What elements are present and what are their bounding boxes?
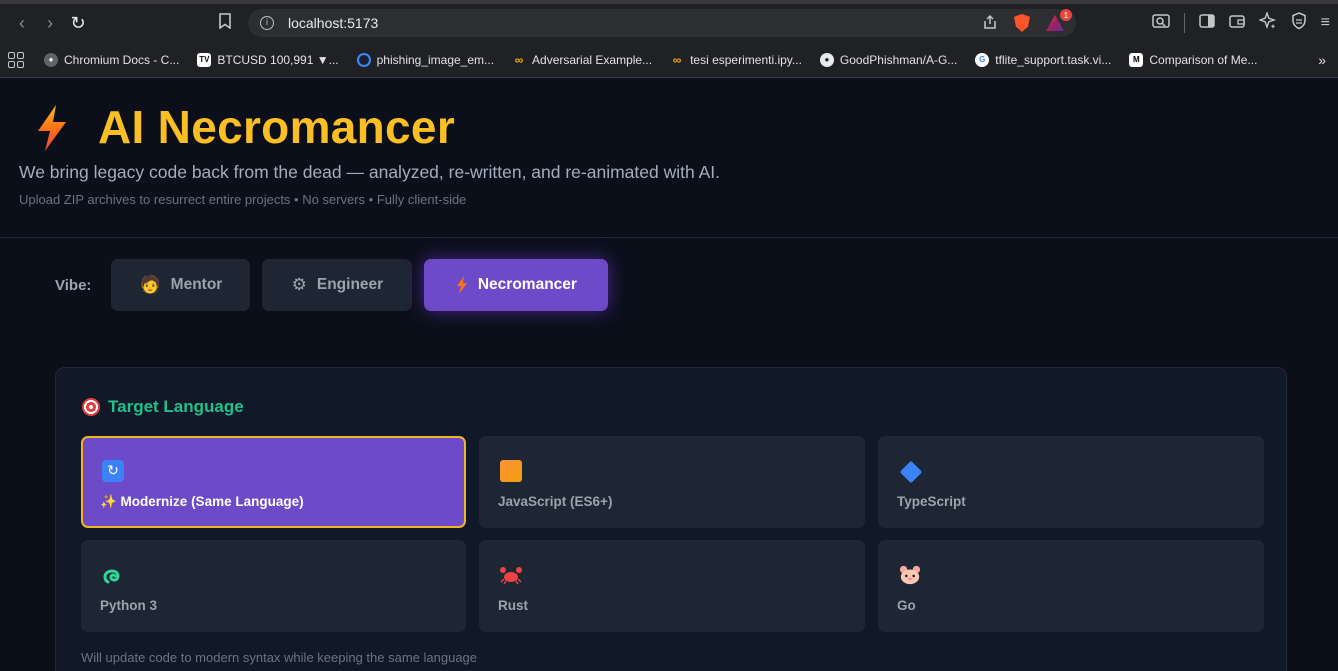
vpn-icon[interactable]	[1291, 12, 1307, 34]
bookmark-label: Comparison of Me...	[1149, 52, 1258, 67]
lightning-bolt-icon	[38, 105, 66, 151]
screenshot-icon[interactable]	[1151, 13, 1170, 33]
target-hint: Will update code to modern syntax while …	[81, 650, 478, 665]
bookmark-label: BTCUSD 100,991 ▼...	[217, 52, 339, 67]
target-language-panel: Target Language ↻ ✨ Modernize (Same Lang…	[55, 367, 1287, 671]
language-option-label: ✨ Modernize (Same Language)	[100, 494, 304, 509]
google-icon: G	[975, 52, 990, 67]
bookmark-label: tesi esperimenti.ipy...	[690, 52, 802, 67]
forward-button[interactable]: ›	[36, 9, 64, 37]
colab-icon: ∞	[672, 52, 682, 67]
menu-icon[interactable]: ≡	[1321, 14, 1330, 32]
app-root: AI Necromancer We bring legacy code back…	[0, 78, 1338, 671]
globe-icon: ●	[44, 52, 58, 67]
bookmark-item[interactable]: ● GoodPhishman/A-G...	[819, 52, 958, 67]
site-info-icon[interactable]: i	[260, 16, 274, 30]
bookmark-item[interactable]: ● Chromium Docs - C...	[44, 52, 180, 67]
blue-diamond-icon	[899, 460, 923, 484]
language-option-label: JavaScript (ES6+)	[498, 494, 613, 509]
language-option-javascript[interactable]: JavaScript (ES6+)	[479, 436, 865, 528]
language-option-go[interactable]: Go	[878, 540, 1264, 632]
url-text: localhost:5173	[288, 15, 379, 31]
language-option-label: TypeScript	[897, 494, 966, 509]
bookmark-label: tflite_support.task.vi...	[995, 52, 1112, 67]
bookmark-label: Adversarial Example...	[532, 52, 653, 67]
more-bookmarks-icon[interactable]: »	[1318, 52, 1326, 68]
vibe-option-label: Necromancer	[477, 276, 577, 293]
app-header: AI Necromancer We bring legacy code back…	[0, 78, 1338, 238]
language-option-modernize[interactable]: ↻ ✨ Modernize (Same Language)	[81, 436, 466, 528]
language-option-rust[interactable]: Rust	[479, 540, 865, 632]
address-bar[interactable]: i localhost:5173 1	[248, 9, 1076, 37]
bookmark-label: GoodPhishman/A-G...	[839, 52, 958, 67]
bookmark-label: Chromium Docs - C...	[64, 52, 180, 67]
bookmark-item[interactable]: ∞ tesi esperimenti.ipy...	[670, 53, 802, 67]
crab-icon	[500, 564, 522, 586]
app-subline: Upload ZIP archives to resurrect entire …	[19, 192, 467, 207]
bookmarks-bar: ● Chromium Docs - C... TV BTCUSD 100,991…	[0, 42, 1338, 78]
language-option-label: Rust	[498, 598, 528, 613]
forward-arrow-icon: ›	[47, 12, 53, 33]
tradingview-icon: TV	[197, 52, 212, 67]
bookmark-label: phishing_image_em...	[376, 52, 495, 67]
vibe-necromancer-button[interactable]: Necromancer	[424, 259, 609, 311]
bookmark-item[interactable]: ∞ Adversarial Example...	[512, 53, 652, 67]
leo-ai-icon[interactable]	[1257, 10, 1277, 34]
apps-grid-icon[interactable]	[8, 51, 24, 68]
orange-square-icon	[500, 460, 522, 482]
bookmark-item[interactable]: M Comparison of Me...	[1129, 52, 1258, 67]
reload-button[interactable]: ↻	[64, 9, 92, 37]
toolbar-divider	[1183, 13, 1185, 33]
language-option-typescript[interactable]: TypeScript	[878, 436, 1264, 528]
gear-icon: ⚙	[291, 275, 307, 295]
vibe-mentor-button[interactable]: 🧑 Mentor	[111, 259, 251, 311]
vibe-option-label: Engineer	[316, 276, 384, 293]
mentor-icon: 🧑	[139, 275, 161, 295]
section-title-text: Target Language	[108, 397, 244, 416]
bookmark-item[interactable]: phishing_image_em...	[356, 52, 495, 67]
browser-toolbar: ‹ › ↻ i localhost:5173 1 ≡	[0, 4, 1338, 42]
brave-shields-icon[interactable]	[1014, 14, 1030, 32]
language-option-python[interactable]: Python 3	[81, 540, 466, 632]
vibe-engineer-button[interactable]: ⚙ Engineer	[262, 259, 413, 311]
bookmark-item[interactable]: TV BTCUSD 100,991 ▼...	[197, 52, 339, 67]
rewards-badge: 1	[1060, 9, 1072, 21]
bookmark-item[interactable]: G tflite_support.task.vi...	[975, 52, 1112, 67]
vibe-label: Vibe:	[55, 276, 92, 294]
app-title: AI Necromancer	[98, 101, 456, 153]
snake-icon	[102, 564, 124, 586]
sidebar-icon[interactable]	[1198, 13, 1215, 33]
language-option-label: Python 3	[100, 598, 158, 613]
colab-icon	[356, 52, 371, 67]
reload-icon: ↻	[70, 12, 86, 33]
wallet-icon[interactable]	[1228, 13, 1245, 33]
language-option-label: Go	[897, 598, 916, 613]
section-title: Target Language	[82, 397, 244, 417]
colab-icon: ∞	[514, 52, 524, 67]
share-icon[interactable]	[982, 14, 998, 33]
language-grid: ↻ ✨ Modernize (Same Language) JavaScript…	[81, 436, 1264, 632]
brave-rewards-icon[interactable]: 1	[1046, 9, 1072, 31]
lightning-bolt-icon	[456, 276, 467, 294]
refresh-icon: ↻	[102, 460, 124, 482]
back-button[interactable]: ‹	[8, 9, 36, 37]
vibe-selector: Vibe: 🧑 Mentor ⚙ Engineer Necromancer	[55, 259, 620, 311]
app-tagline: We bring legacy code back from the dead …	[19, 162, 721, 182]
github-icon: ●	[819, 52, 834, 67]
vibe-option-label: Mentor	[170, 276, 223, 293]
hamster-icon	[899, 564, 921, 586]
back-arrow-icon: ‹	[19, 12, 25, 33]
target-icon	[82, 398, 100, 416]
medium-icon: M	[1129, 52, 1144, 67]
bookmark-page-icon[interactable]	[218, 12, 232, 34]
